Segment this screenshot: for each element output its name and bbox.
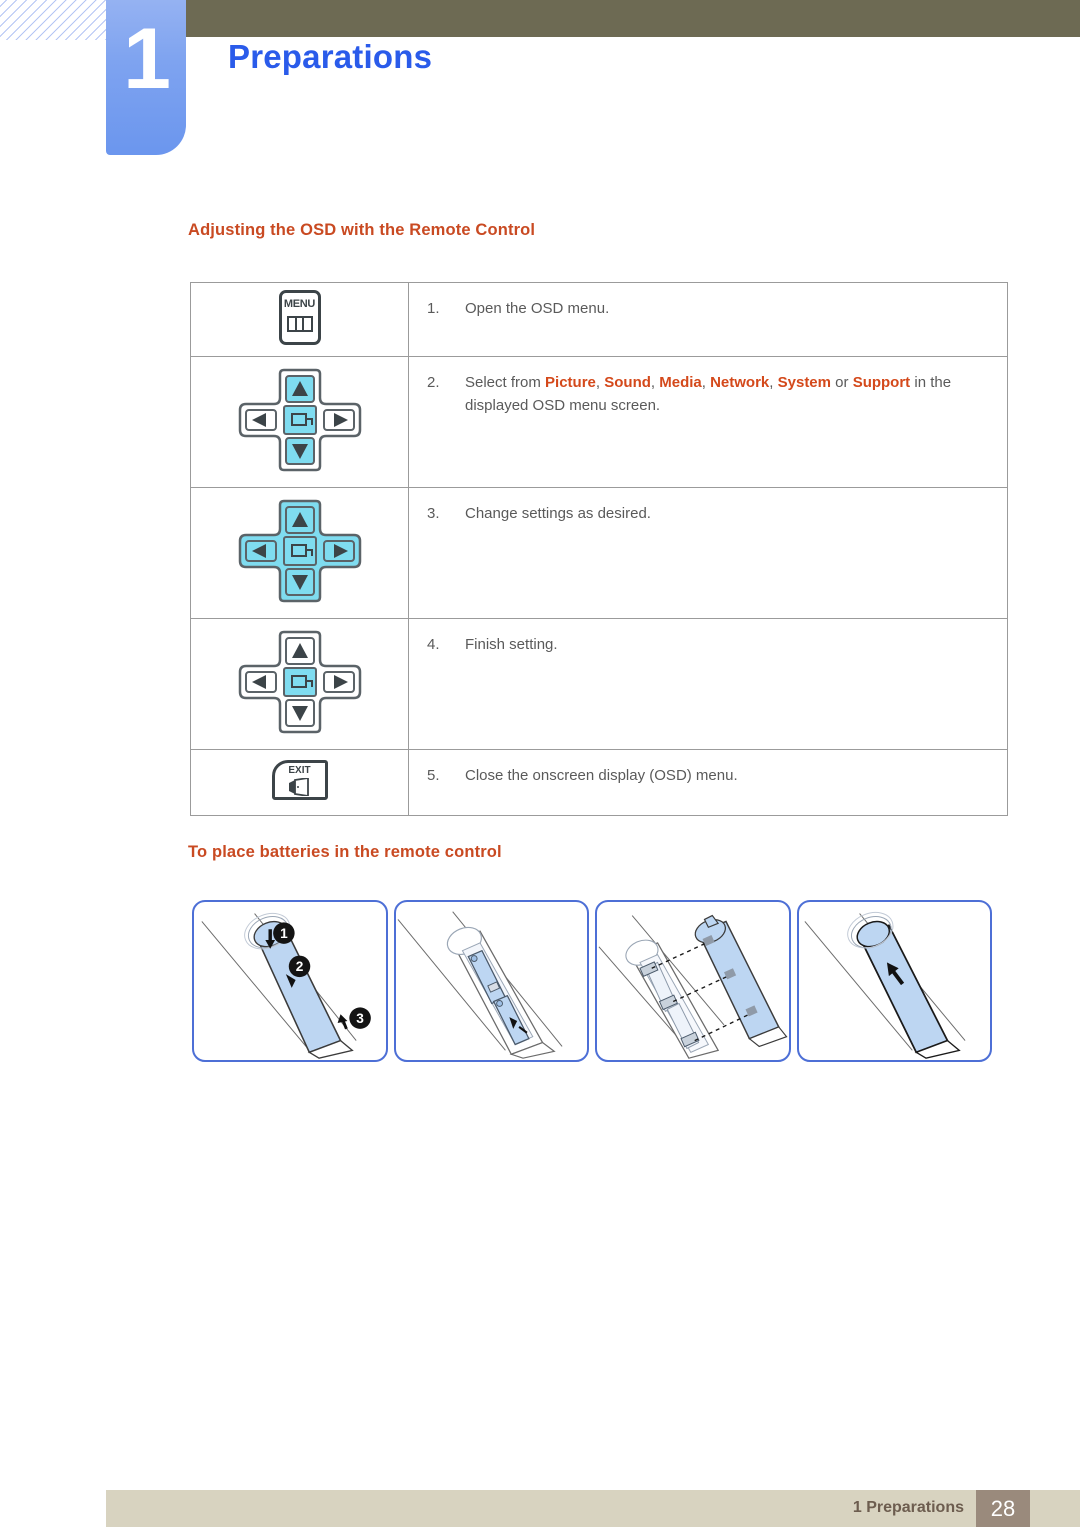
document-page: 1 Preparations Adjusting the OSD with th…: [0, 0, 1080, 1527]
exit-button-label: EXIT: [288, 765, 311, 776]
header-olive-bar: [186, 0, 1080, 37]
icon-cell-dpad-enter: [190, 618, 409, 750]
table-row: 4. Finish setting.: [190, 618, 1008, 750]
chapter-number: 1: [123, 11, 171, 107]
page-title: Preparations: [228, 38, 433, 75]
remote-open-cover-illustration: 1 2 3: [201, 912, 371, 1059]
icon-cell-exit: EXIT: [190, 749, 409, 816]
step-text: Change settings as desired.: [465, 505, 651, 522]
table-row: 3. Change settings as desired.: [190, 487, 1008, 619]
table-row: EXIT 5. Close the onscreen display (OSD)…: [190, 749, 1008, 816]
dpad-all-icon: [234, 499, 366, 603]
exit-door-icon: [288, 778, 309, 796]
svg-text:1: 1: [280, 926, 288, 941]
page-number-badge: 28: [976, 1490, 1030, 1527]
exit-button-icon: EXIT: [271, 760, 328, 800]
battery-illustration-row: 1 2 3: [192, 900, 992, 1062]
svg-text:2: 2: [296, 959, 304, 974]
osd-instruction-table: MENU 1. Open the OSD menu. 2. Select fro…: [190, 282, 1008, 816]
section-heading-osd: Adjusting the OSD with the Remote Contro…: [188, 221, 536, 239]
battery-panel-align-cover: [595, 900, 791, 1062]
step-number: 4.: [427, 636, 440, 653]
step-text: Finish setting.: [465, 636, 558, 653]
dpad-up-down-enter-icon: [234, 368, 366, 472]
step-number: 1.: [427, 300, 440, 317]
icon-cell-dpad-all: [190, 487, 409, 619]
text-cell-step-5: 5. Close the onscreen display (OSD) menu…: [408, 749, 1008, 816]
step-number: 3.: [427, 505, 440, 522]
icon-cell-dpad-updown: [190, 356, 409, 488]
battery-panel-close-cover: [796, 900, 992, 1062]
text-cell-step-3: 3. Change settings as desired.: [408, 487, 1008, 619]
chapter-tab: 1: [106, 0, 186, 155]
remote-align-cover-illustration: [598, 914, 788, 1059]
menu-button-label: MENU: [283, 297, 316, 310]
footer-chapter-label: 1 Preparations: [852, 1499, 964, 1516]
remote-insert-batteries-illustration: [397, 911, 562, 1059]
remote-close-cover-illustration: [803, 911, 965, 1059]
battery-panel-open-cover: 1 2 3: [192, 900, 388, 1062]
table-row: 2. Select from Picture, Sound, Media, Ne…: [190, 356, 1008, 488]
step-number: 5.: [427, 767, 440, 784]
hatch-decoration: [0, 0, 106, 40]
section-heading-batteries: To place batteries in the remote control: [188, 843, 502, 861]
step-text: Open the OSD menu.: [465, 300, 610, 317]
battery-panel-insert-batteries: [393, 900, 589, 1062]
step-text: Select from Picture, Sound, Media, Netwo…: [465, 374, 952, 415]
svg-text:3: 3: [356, 1011, 364, 1026]
step-number: 2.: [427, 374, 440, 391]
table-row: MENU 1. Open the OSD menu.: [190, 282, 1008, 357]
step-text: Close the onscreen display (OSD) menu.: [465, 767, 738, 784]
menu-button-icon: MENU: [278, 289, 321, 345]
text-cell-step-2: 2. Select from Picture, Sound, Media, Ne…: [408, 356, 1008, 488]
text-cell-step-4: 4. Finish setting.: [408, 618, 1008, 750]
text-cell-step-1: 1. Open the OSD menu.: [408, 282, 1008, 357]
icon-cell-menu: MENU: [190, 282, 409, 357]
menu-bars-icon: [286, 315, 313, 332]
dpad-enter-icon: [234, 630, 366, 734]
